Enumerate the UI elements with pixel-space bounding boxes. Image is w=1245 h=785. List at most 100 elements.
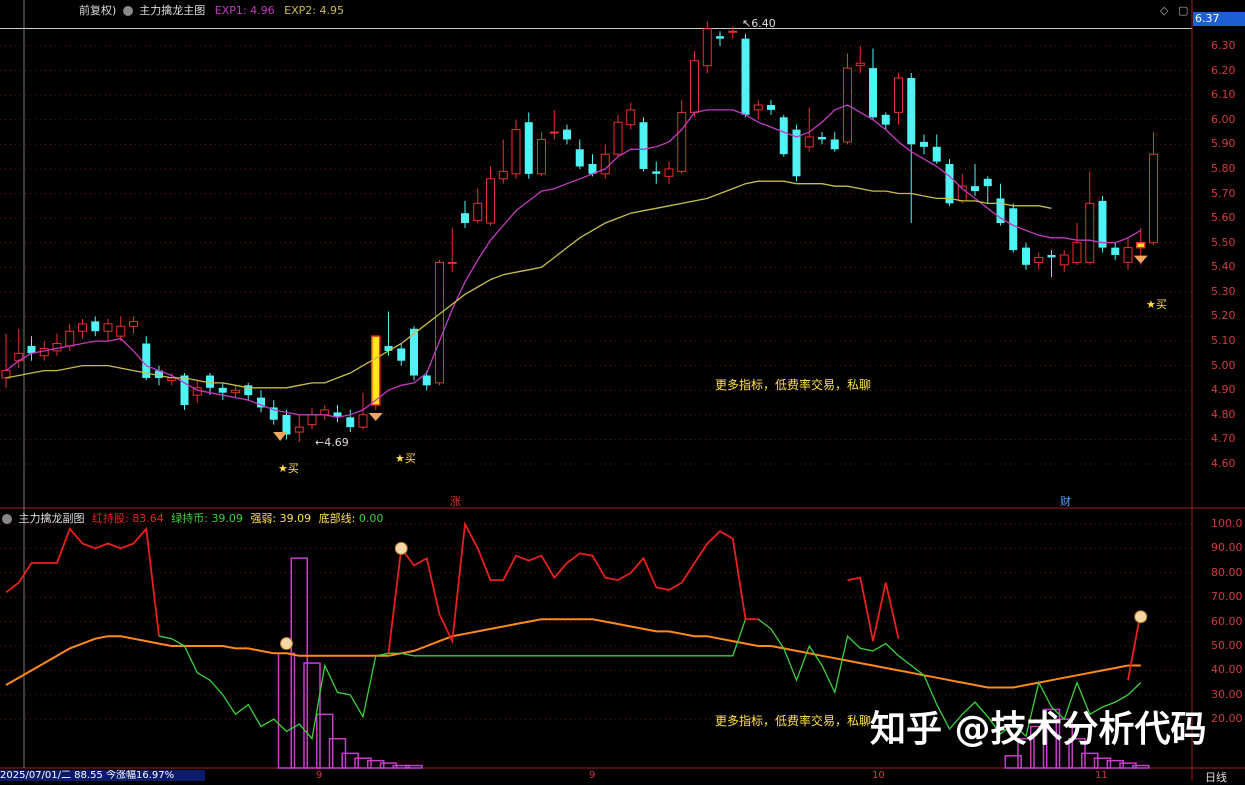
strong-label: 强弱: [250, 512, 277, 525]
date-status-bar: 2025/07/01/二 88.55 今涨幅16.97% [0, 770, 205, 781]
candle-body [881, 114, 890, 125]
candle-body [804, 136, 814, 148]
main-y-tick: 5.60 [1211, 211, 1236, 225]
candle-body [549, 131, 559, 134]
money-bag-icon [1134, 610, 1148, 624]
candle-body [422, 375, 431, 386]
exp1-line [5, 104, 1142, 418]
legend-adjust-mode[interactable]: 前复权) [79, 4, 116, 17]
main-chart-canvas[interactable] [0, 0, 1245, 781]
event-badge-2[interactable]: 财 [1060, 493, 1071, 509]
candle-body [78, 323, 87, 332]
candle-body [600, 153, 610, 175]
volume-bar [316, 713, 334, 769]
candle-body [907, 77, 916, 145]
candle-body [741, 38, 750, 115]
candle-body [116, 325, 126, 337]
candle-body [677, 111, 687, 172]
event-badge-1[interactable]: 涨 [450, 493, 461, 509]
candle-body [1149, 153, 1158, 244]
candle-body [537, 138, 546, 175]
bottom-line-label: 底部线: [318, 512, 356, 525]
candle-body [282, 414, 291, 435]
main-y-tick: 5.40 [1211, 260, 1236, 274]
candle-body [894, 77, 903, 113]
candle-body [728, 30, 738, 33]
volume-bar [1004, 755, 1022, 769]
low-price-value: 4.69 [324, 436, 349, 449]
sub-indicator-name[interactable]: 主力擒龙副图 [19, 512, 85, 525]
candle-body [218, 387, 227, 393]
candle-body [664, 168, 674, 177]
sub-indicator-settings-icon[interactable] [2, 514, 12, 524]
chart-collapse-icon[interactable]: ◇ [1160, 4, 1168, 17]
candle-body [626, 109, 636, 126]
x-tick-1: 9 [316, 770, 323, 781]
main-y-tick: 5.80 [1211, 161, 1236, 175]
candle-body [945, 164, 954, 204]
main-note-text: 更多指标，低费率交易，私聊 [715, 378, 872, 392]
high-price-marker: ↖6.40 [742, 17, 776, 30]
main-top-line [0, 28, 1192, 29]
sub-y-tick: 50.00 [1211, 639, 1243, 652]
candle-body [869, 68, 877, 118]
candle-body [447, 261, 457, 264]
candle-body [1022, 247, 1030, 265]
candle-body [1034, 256, 1044, 263]
main-y-tick: 6.20 [1211, 63, 1236, 77]
buy-signal-3: ★买 [1146, 298, 1167, 311]
main-y-tick: 6.00 [1211, 112, 1236, 126]
indicator-settings-icon[interactable] [122, 6, 133, 16]
main-y-tick: 4.80 [1211, 407, 1236, 421]
candle-body [855, 62, 865, 67]
candle-body [231, 389, 240, 394]
volume-bar [341, 752, 359, 769]
date-status-text: 2025/07/01/二 88.55 今涨幅16.97% [0, 770, 175, 781]
candle-body [983, 178, 992, 187]
main-y-tick: 5.70 [1211, 186, 1236, 200]
green-hold-label: 绿持币: [171, 512, 208, 525]
main-y-tick: 6.30 [1211, 39, 1236, 52]
red-hold-line [5, 526, 160, 637]
candle-body [652, 171, 661, 174]
candle-body [129, 320, 138, 327]
strong-value: 39.09 [279, 512, 312, 525]
main-y-tick: 5.90 [1211, 137, 1236, 151]
candle-body [486, 178, 495, 224]
candle-body [511, 129, 521, 175]
exp2-value: 4.95 [319, 4, 344, 17]
volume-bar [367, 759, 385, 769]
candle-body [346, 417, 355, 428]
sub-y-tick: 80.00 [1211, 565, 1243, 579]
candle-body [52, 343, 62, 352]
candle-body [91, 321, 100, 332]
volume-bar [1132, 764, 1150, 769]
candle-body [753, 104, 763, 111]
main-indicator-name[interactable]: 主力擒龙主图 [139, 4, 205, 17]
low-price-marker: ←4.69 [315, 436, 349, 449]
candle-body [1072, 242, 1082, 263]
chart-expand-icon[interactable]: ▢ [1178, 4, 1188, 17]
candle-body [473, 202, 483, 222]
current-price-box: 6.37 [1193, 12, 1245, 26]
candle-body [435, 261, 444, 384]
red-hold-line [387, 520, 759, 654]
candle-body [294, 426, 304, 433]
candle-body [639, 122, 648, 169]
money-bag-icon [280, 637, 293, 651]
main-y-tick: 5.30 [1211, 284, 1236, 298]
sub-y-tick: 60.00 [1211, 614, 1243, 628]
candle-body [613, 121, 623, 155]
sub-y-tick: 40.00 [1211, 663, 1243, 677]
candle-body [920, 141, 928, 147]
period-label[interactable]: 日线 [1205, 769, 1227, 785]
candle-body [397, 348, 406, 361]
candle-body [65, 330, 75, 347]
high-price-value: 6.40 [751, 17, 776, 30]
candle-body [1009, 208, 1018, 251]
candle-body [1111, 247, 1120, 255]
candle-body [39, 347, 49, 357]
signal-candle [371, 335, 381, 406]
diamond-marker [368, 412, 383, 421]
candle-body [716, 36, 724, 39]
